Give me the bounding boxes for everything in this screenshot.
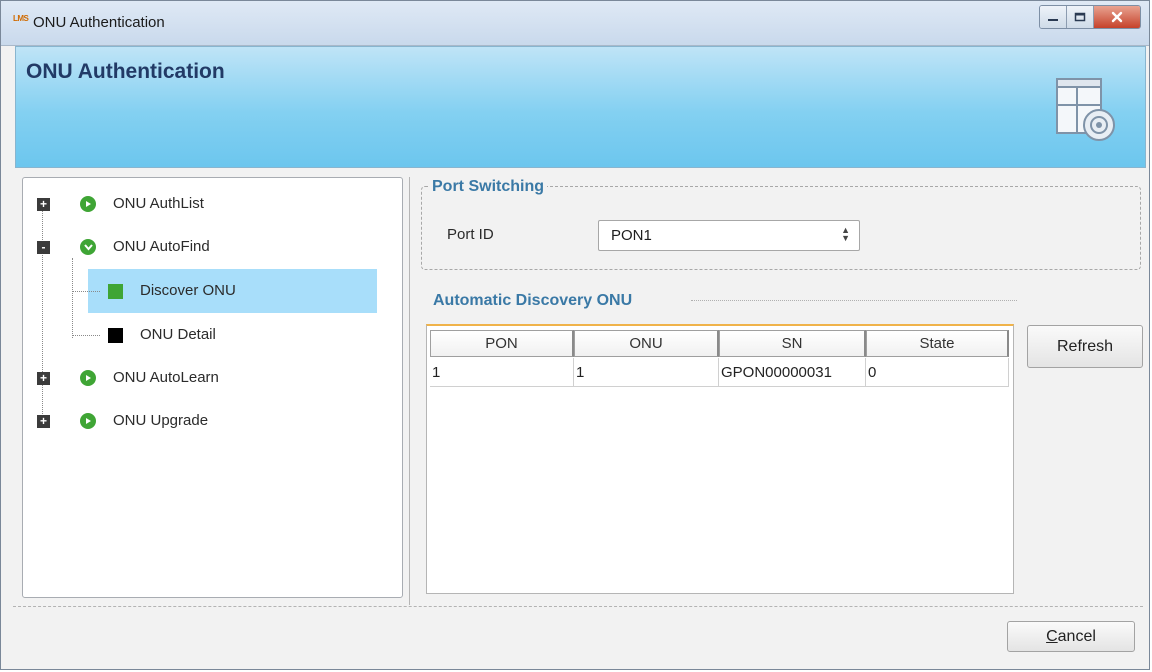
chevron-down-circle-icon [80,239,96,255]
column-header-pon[interactable]: PON [430,330,574,357]
settings-window-icon [1056,78,1115,141]
tree-item-label: Discover ONU [140,282,236,299]
discovery-section-title: Automatic Discovery ONU [433,292,633,309]
tree-item-label: ONU Detail [140,326,216,343]
play-circle-icon [80,196,96,212]
expand-icon[interactable]: + [37,415,50,428]
green-square-icon [108,284,123,299]
window-title: ONU Authentication [33,14,165,31]
black-square-icon [108,328,123,343]
page-title: ONU Authentication [26,60,225,83]
port-id-value: PON1 [611,227,652,244]
discovery-table[interactable]: PON ONU SN State 1 1 GPON00000031 0 [426,324,1014,594]
tree-item-onu-upgrade[interactable]: + ONU Upgrade [37,401,367,441]
close-icon[interactable] [1094,6,1140,28]
expand-icon[interactable]: + [37,198,50,211]
tree-item-onu-autofind[interactable]: - ONU AutoFind [37,227,367,267]
section-divider [691,300,1017,301]
cell-sn: GPON00000031 [719,358,866,387]
cancel-label: ancel [1057,627,1096,645]
tree-item-onu-autolearn[interactable]: + ONU AutoLearn [37,358,367,398]
tree-item-label: ONU AuthList [113,195,204,212]
table-header: PON ONU SN State [430,330,1009,357]
panel-splitter[interactable] [409,177,410,605]
cell-onu: 1 [574,358,719,387]
title-bar[interactable]: LMS ONU Authentication [1,1,1149,46]
header-banner: ONU Authentication [15,46,1146,168]
navigation-tree: + ONU AuthList - ONU AutoFind Discover O… [22,177,403,598]
tree-item-discover-onu[interactable]: Discover ONU [88,271,377,311]
minimize-icon[interactable] [1040,6,1067,28]
column-header-sn[interactable]: SN [719,330,866,357]
collapse-icon[interactable]: - [37,241,50,254]
tree-item-onu-authlist[interactable]: + ONU AuthList [37,184,367,224]
tree-item-label: ONU AutoLearn [113,369,219,386]
cancel-mnemonic: C [1046,627,1058,645]
column-header-onu[interactable]: ONU [574,330,719,357]
footer-divider [13,606,1143,607]
maximize-icon[interactable] [1067,6,1094,28]
cell-state: 0 [866,358,1009,387]
cell-pon: 1 [430,358,574,387]
table-row[interactable]: 1 1 GPON00000031 0 [430,358,1009,387]
tree-connector [72,258,73,338]
column-header-state[interactable]: State [866,330,1009,357]
spinner-arrows-icon[interactable]: ▲ ▼ [841,226,850,243]
tree-item-label: ONU Upgrade [113,412,209,429]
port-id-select[interactable]: PON1 ▲ ▼ [598,220,860,251]
port-id-label: Port ID [447,226,494,243]
tree-item-onu-detail[interactable]: ONU Detail [88,315,377,355]
app-logo-icon: LMS [13,14,29,23]
play-circle-icon [80,370,96,386]
onu-auth-window: LMS ONU Authentication ONU Authenticatio… [0,0,1150,670]
port-switching-title: Port Switching [429,178,547,196]
tree-item-label: ONU AutoFind [113,238,210,255]
play-circle-icon [80,413,96,429]
window-controls [1039,5,1141,29]
refresh-button[interactable]: Refresh [1027,325,1143,368]
expand-icon[interactable]: + [37,372,50,385]
cancel-button[interactable]: Cancel [1007,621,1135,652]
